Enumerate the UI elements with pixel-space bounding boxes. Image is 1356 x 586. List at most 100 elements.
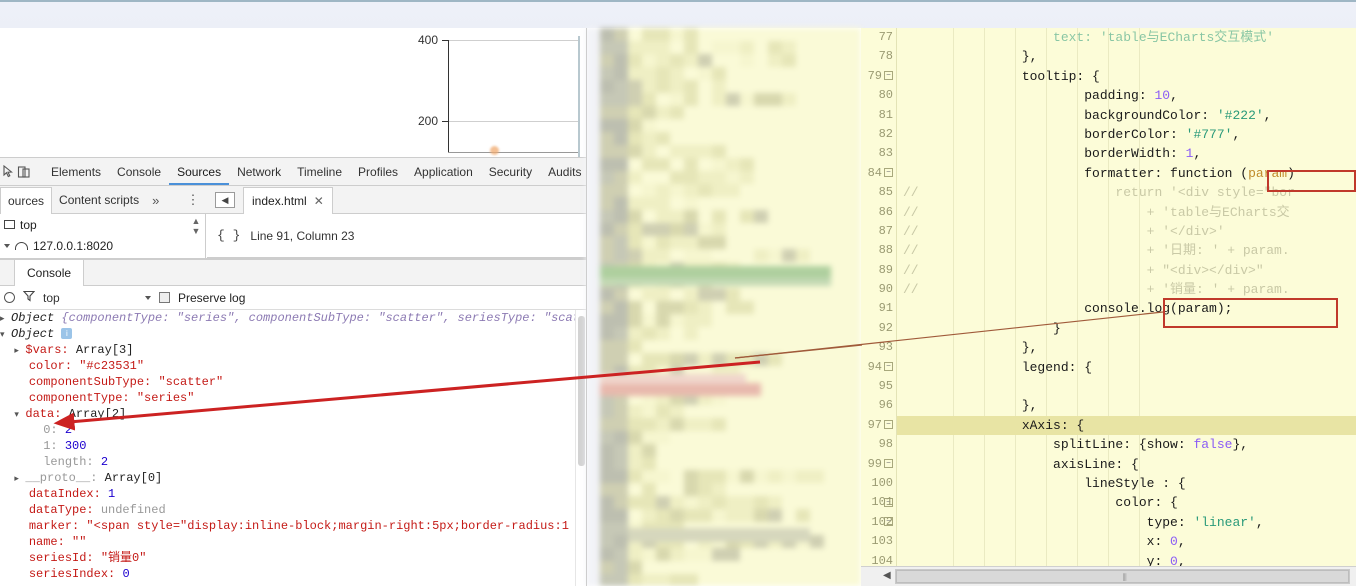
- console-line[interactable]: 1: 300: [0, 438, 586, 454]
- code-line[interactable]: backgroundColor: '#222',: [897, 106, 1356, 125]
- code-line[interactable]: x: 0,: [897, 532, 1356, 551]
- device-toggle-icon[interactable]: [17, 162, 31, 182]
- console-line[interactable]: marker: "<span style="display:inline-blo…: [0, 518, 586, 534]
- close-icon[interactable]: ✕: [314, 194, 324, 208]
- tab-elements[interactable]: Elements: [43, 158, 109, 185]
- code-line[interactable]: // + '日期: ' + param.: [897, 241, 1356, 260]
- code-line[interactable]: color: {: [897, 493, 1356, 512]
- code-line[interactable]: },: [897, 338, 1356, 357]
- expand-arrow-icon[interactable]: ▸: [14, 343, 25, 359]
- code-line[interactable]: // + 'table与ECharts交: [897, 203, 1356, 222]
- console-line[interactable]: seriesId: "销量0": [0, 550, 586, 566]
- line-number[interactable]: 94−: [861, 358, 896, 377]
- line-number[interactable]: 85: [861, 183, 896, 202]
- console-line[interactable]: 0: 2: [0, 422, 586, 438]
- tab-console[interactable]: Console: [109, 158, 169, 185]
- console-line[interactable]: seriesIndex: 0: [0, 566, 586, 582]
- expand-arrow-icon[interactable]: ▾: [14, 407, 25, 423]
- tab-security[interactable]: Security: [481, 158, 540, 185]
- line-number[interactable]: 97−: [861, 416, 896, 435]
- code-line[interactable]: padding: 10,: [897, 86, 1356, 105]
- navigator-tab-sources[interactable]: ources: [0, 186, 53, 214]
- console-line[interactable]: length: 2: [0, 454, 586, 470]
- code-line[interactable]: formatter: function (param): [897, 164, 1356, 183]
- console-output[interactable]: ▸ Object {componentType: "series", compon…: [0, 310, 586, 586]
- collapse-navigator-button[interactable]: ◀: [215, 192, 235, 208]
- console-line[interactable]: ▾ Object i: [0, 326, 586, 342]
- line-number[interactable]: 93: [861, 338, 896, 357]
- pretty-print-button[interactable]: { }: [217, 228, 240, 243]
- console-line[interactable]: dataType: undefined: [0, 502, 586, 518]
- console-line[interactable]: ▾ data: Array[2]: [0, 406, 586, 422]
- collapse-arrow-icon[interactable]: ▾: [0, 327, 11, 343]
- chevron-down-icon[interactable]: [145, 295, 151, 300]
- line-number[interactable]: 81: [861, 106, 896, 125]
- console-line[interactable]: componentType: "series": [0, 390, 586, 406]
- tree-item-host[interactable]: 127.0.0.1:8020: [0, 235, 205, 256]
- tab-audits[interactable]: Audits: [540, 158, 589, 185]
- drawer-tab-console[interactable]: Console: [14, 260, 85, 286]
- code-fold-icon[interactable]: −: [884, 420, 893, 430]
- chart-scatter-point[interactable]: [490, 146, 499, 155]
- code-line[interactable]: legend: {: [897, 358, 1356, 377]
- tree-item-top[interactable]: top: [0, 214, 205, 235]
- editor-horizontal-scrollbar[interactable]: ◀ ⦀: [861, 566, 1356, 586]
- line-number[interactable]: 99−: [861, 455, 896, 474]
- line-number[interactable]: 91: [861, 299, 896, 318]
- echarts-chart[interactable]: 400 200: [380, 28, 586, 158]
- line-number[interactable]: 80: [861, 86, 896, 105]
- code-line[interactable]: // + '销量: ' + param.: [897, 280, 1356, 299]
- console-scrollbar-thumb[interactable]: [578, 316, 585, 466]
- code-line[interactable]: type: 'linear',: [897, 513, 1356, 532]
- line-number[interactable]: 100−: [861, 474, 896, 507]
- line-number[interactable]: 77: [861, 28, 896, 47]
- line-number[interactable]: 88: [861, 241, 896, 260]
- line-number[interactable]: 90: [861, 280, 896, 299]
- line-number[interactable]: 95: [861, 377, 896, 396]
- code-fold-icon[interactable]: −: [884, 71, 893, 81]
- line-number[interactable]: 82: [861, 125, 896, 144]
- navigator-tab-content-scripts[interactable]: Content scripts: [52, 193, 146, 207]
- code-line[interactable]: [897, 377, 1356, 396]
- navigator-menu-icon[interactable]: ⋮: [186, 192, 200, 208]
- code-line[interactable]: splitLine: {show: false},: [897, 435, 1356, 454]
- console-line[interactable]: componentSubType: "scatter": [0, 374, 586, 390]
- expand-arrow-icon[interactable]: ▸: [0, 311, 11, 327]
- editor-code-lines[interactable]: text: 'table与ECharts交互模式' }, tooltip: { …: [897, 28, 1356, 586]
- console-scrollbar[interactable]: [575, 310, 586, 586]
- line-number[interactable]: 87: [861, 222, 896, 241]
- line-number[interactable]: 86: [861, 203, 896, 222]
- code-line[interactable]: console.log(param);: [897, 299, 1356, 318]
- code-line[interactable]: // + '</div>': [897, 222, 1356, 241]
- chevron-down-icon[interactable]: [4, 243, 10, 248]
- editor-hscroll-track[interactable]: ⦀: [895, 569, 1350, 584]
- code-line[interactable]: }: [897, 319, 1356, 338]
- code-line[interactable]: tooltip: {: [897, 67, 1356, 86]
- console-line[interactable]: dataIndex: 1: [0, 486, 586, 502]
- info-icon[interactable]: i: [61, 328, 73, 340]
- clear-console-icon[interactable]: [4, 292, 15, 303]
- file-tab-index-html[interactable]: index.html ✕: [243, 186, 333, 214]
- code-line[interactable]: // return '<div style="bor: [897, 183, 1356, 202]
- code-fold-icon[interactable]: −: [884, 458, 893, 468]
- console-line[interactable]: color: "#c23531": [0, 358, 586, 374]
- console-line[interactable]: name: "": [0, 534, 586, 550]
- tab-profiles[interactable]: Profiles: [350, 158, 406, 185]
- code-line[interactable]: },: [897, 47, 1356, 66]
- line-number[interactable]: 102: [861, 513, 896, 532]
- inspect-icon[interactable]: [2, 162, 15, 182]
- console-line[interactable]: ▸ $vars: Array[3]: [0, 342, 586, 358]
- line-number[interactable]: 101−: [861, 493, 896, 527]
- code-line[interactable]: },: [897, 396, 1356, 415]
- line-number[interactable]: 92: [861, 319, 896, 338]
- tab-sources[interactable]: Sources: [169, 158, 229, 185]
- source-code-editor[interactable]: 77 78 79−80 81 82 83 84−85 86 87 88 89 90 91 92 93 94−9…: [861, 28, 1356, 586]
- line-number[interactable]: 79−: [861, 67, 896, 86]
- code-line[interactable]: lineStyle : {: [897, 474, 1356, 493]
- scroll-left-arrow-icon[interactable]: ◀: [883, 570, 891, 581]
- console-line[interactable]: ▸ __proto__: Array[0]: [0, 470, 586, 486]
- code-fold-icon[interactable]: −: [884, 168, 893, 178]
- line-number[interactable]: 83: [861, 144, 896, 163]
- line-number[interactable]: 103: [861, 532, 896, 551]
- expand-arrow-icon[interactable]: ▸: [14, 471, 25, 487]
